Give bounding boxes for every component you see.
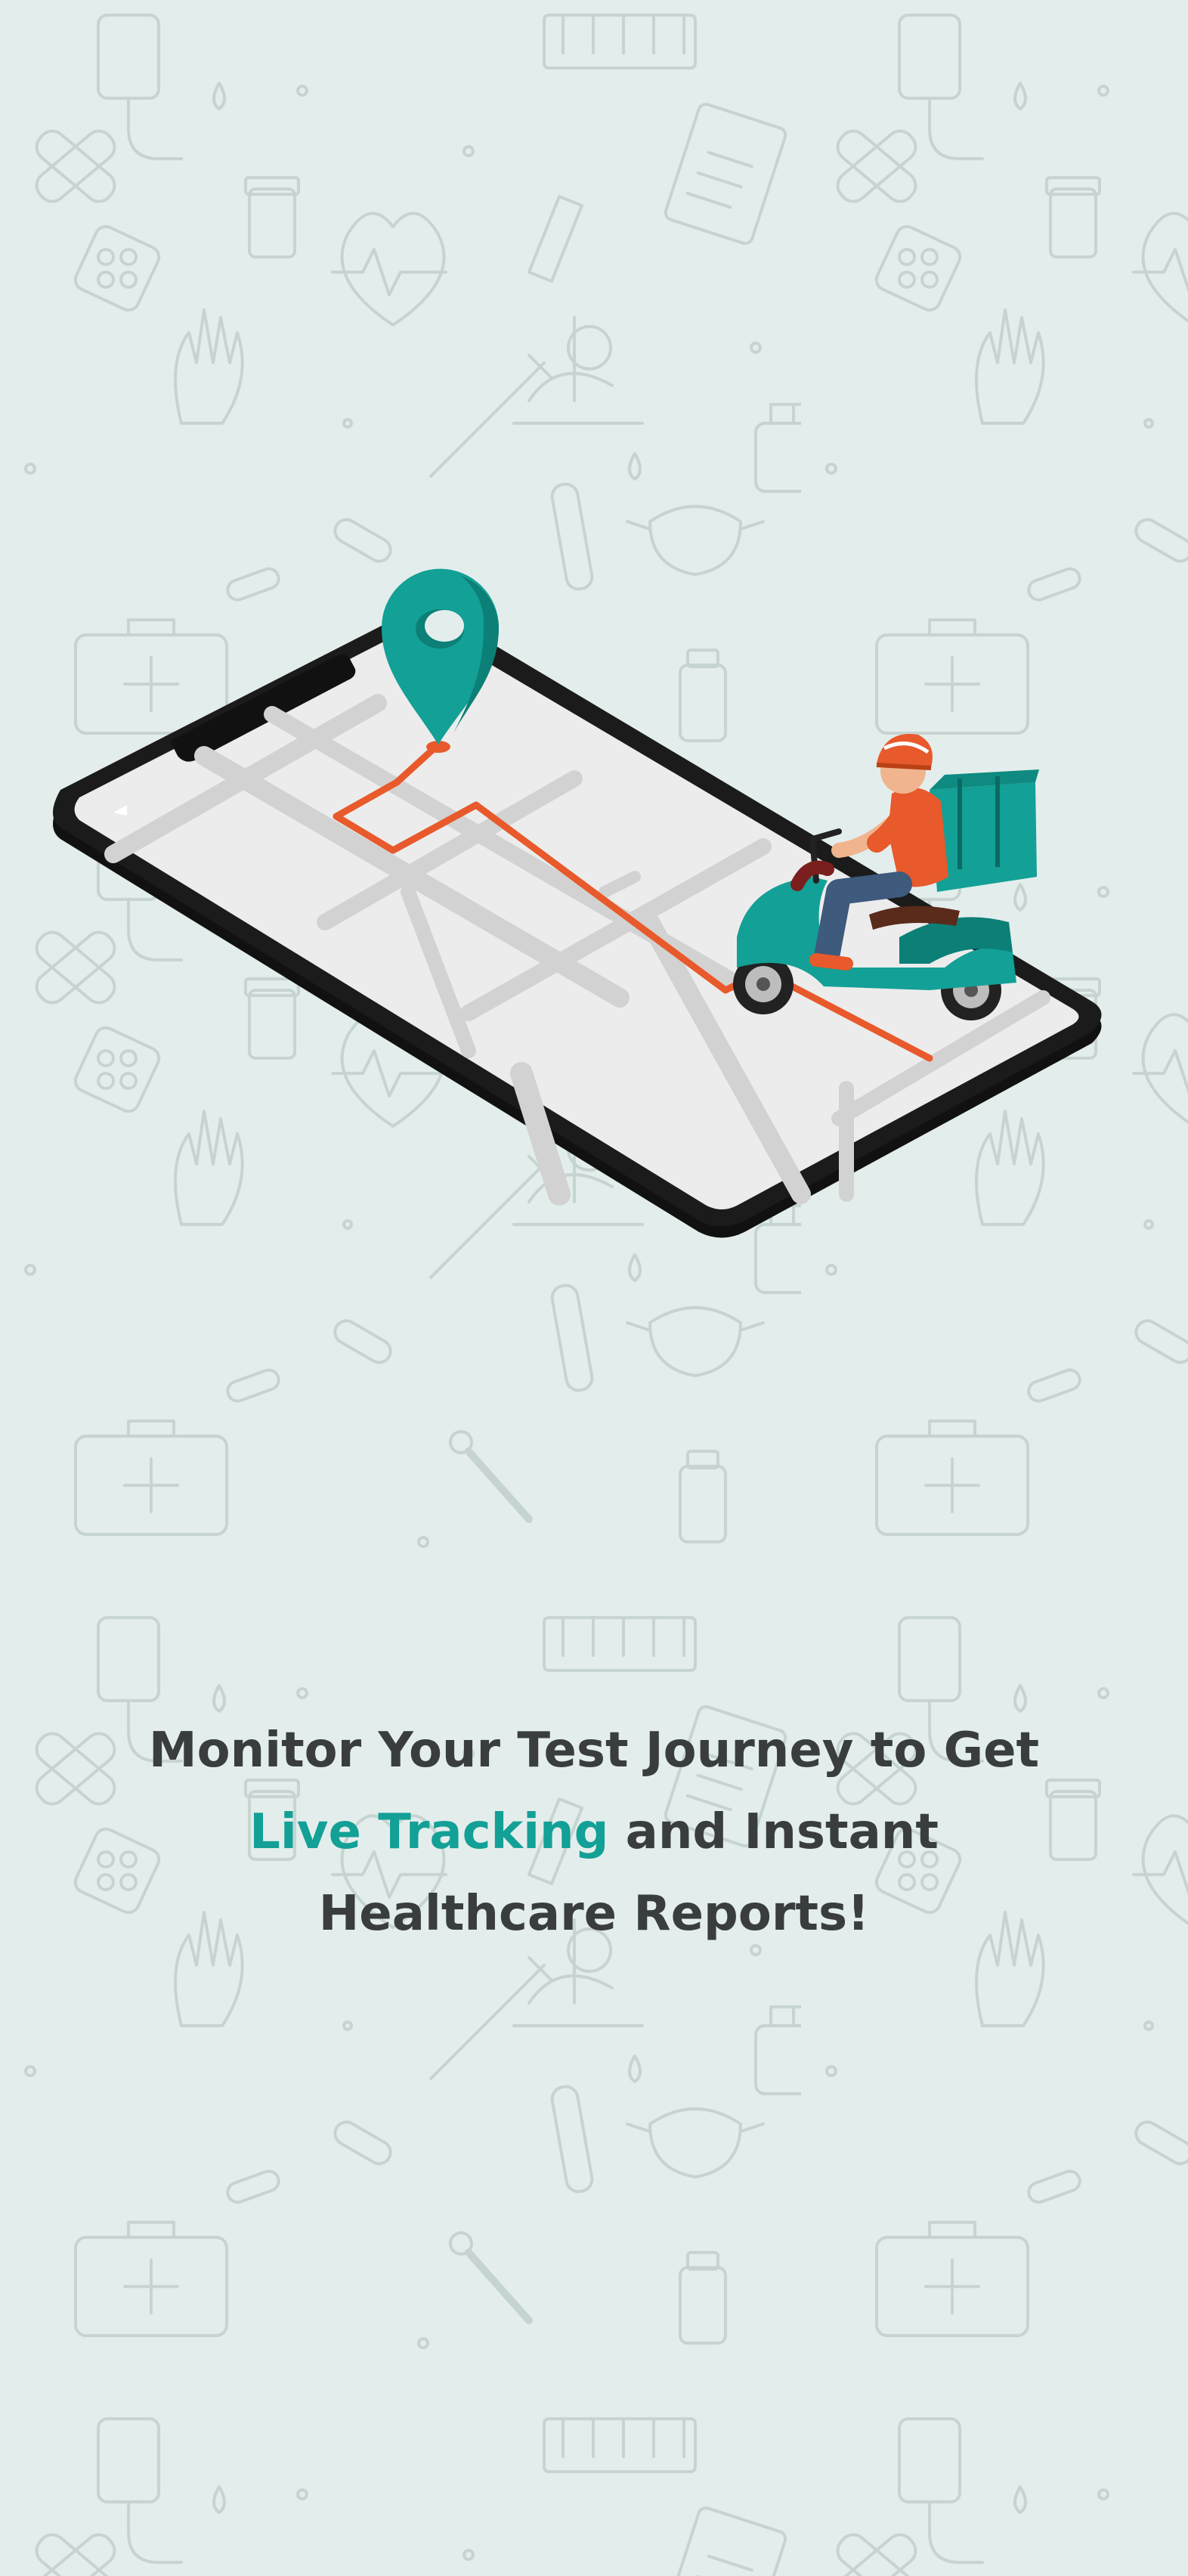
headline-accent-text: Live Tracking bbox=[249, 1804, 609, 1860]
headline-line-3: Healthcare Reports! bbox=[318, 1886, 870, 1942]
tracking-illustration bbox=[53, 568, 1102, 1238]
headline-line-1: Monitor Your Test Journey to Get bbox=[148, 1723, 1040, 1779]
headline-line-2: Live Tracking and Instant bbox=[91, 1791, 1097, 1873]
headline-line-2-rest: and Instant bbox=[608, 1804, 939, 1860]
onboarding-screen: { "colors": { "background": "#e3eeec", "… bbox=[0, 0, 1188, 2576]
onboarding-headline: Monitor Your Test Journey to Get Live Tr… bbox=[91, 1710, 1097, 1955]
